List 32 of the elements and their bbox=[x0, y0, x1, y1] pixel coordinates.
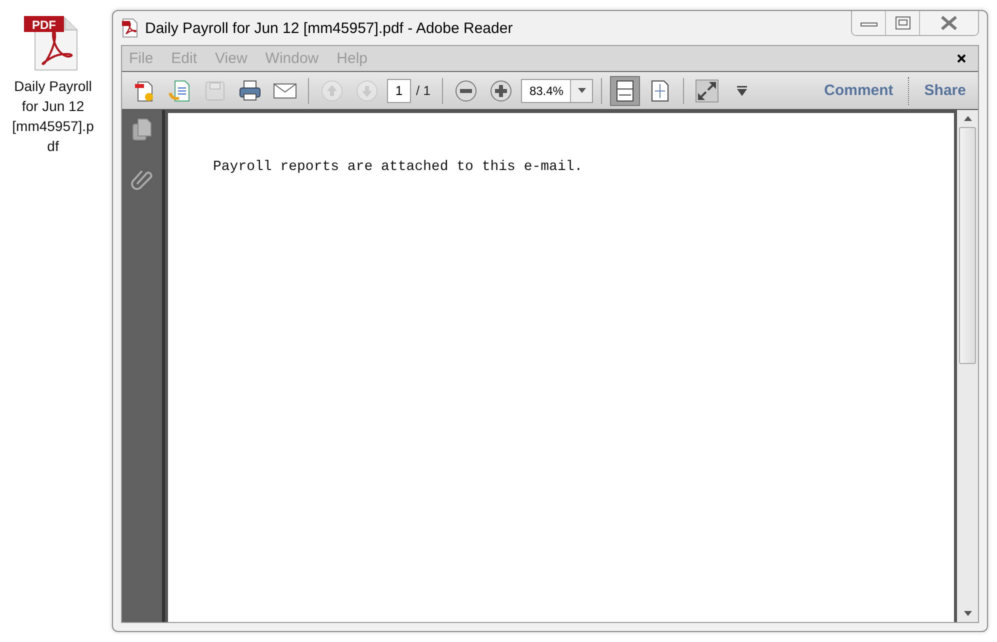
menu-item[interactable]: View bbox=[215, 50, 248, 67]
pdf-file-icon bbox=[121, 18, 139, 38]
zoom-field[interactable]: 83.4% bbox=[521, 78, 594, 102]
dropdown-icon[interactable] bbox=[578, 88, 586, 93]
scroll-up-icon[interactable] bbox=[964, 116, 972, 121]
toolbar-link[interactable]: Comment bbox=[820, 82, 898, 99]
close-icon bbox=[939, 15, 959, 31]
fit-width-button[interactable] bbox=[610, 76, 640, 106]
maximize-button[interactable] bbox=[886, 11, 920, 35]
document-text: Payroll reports are attached to this e-mail. bbox=[213, 159, 584, 175]
toolbar-link[interactable]: Share bbox=[920, 82, 970, 99]
menu-item[interactable]: Edit bbox=[171, 50, 198, 67]
menu-item[interactable]: File bbox=[129, 50, 154, 67]
scrollbar[interactable] bbox=[957, 110, 978, 622]
dropdown-icon bbox=[736, 84, 748, 96]
close-button[interactable] bbox=[920, 11, 978, 35]
page-count: / 1 bbox=[416, 83, 430, 98]
plus-icon bbox=[489, 78, 514, 102]
page-number-field[interactable]: 1 bbox=[387, 78, 411, 102]
window-title: Daily Payroll for Jun 12 [mm45957].pdf - Adobe Reader bbox=[145, 20, 513, 36]
minus-icon bbox=[454, 78, 478, 102]
minimize-button[interactable] bbox=[852, 11, 886, 35]
pages-icon[interactable] bbox=[131, 118, 153, 142]
menu-item[interactable]: Help bbox=[336, 50, 368, 67]
expand-icon bbox=[695, 78, 720, 102]
scroll-down-icon[interactable] bbox=[964, 611, 972, 616]
file-name: Daily Payroll for Jun 12 [mm45957].pdf bbox=[11, 77, 95, 156]
maximize-icon bbox=[894, 16, 910, 30]
document-icon bbox=[168, 78, 192, 102]
menu-item[interactable]: Window bbox=[265, 50, 319, 67]
close-icon[interactable] bbox=[957, 54, 966, 63]
printer-icon bbox=[238, 78, 262, 102]
